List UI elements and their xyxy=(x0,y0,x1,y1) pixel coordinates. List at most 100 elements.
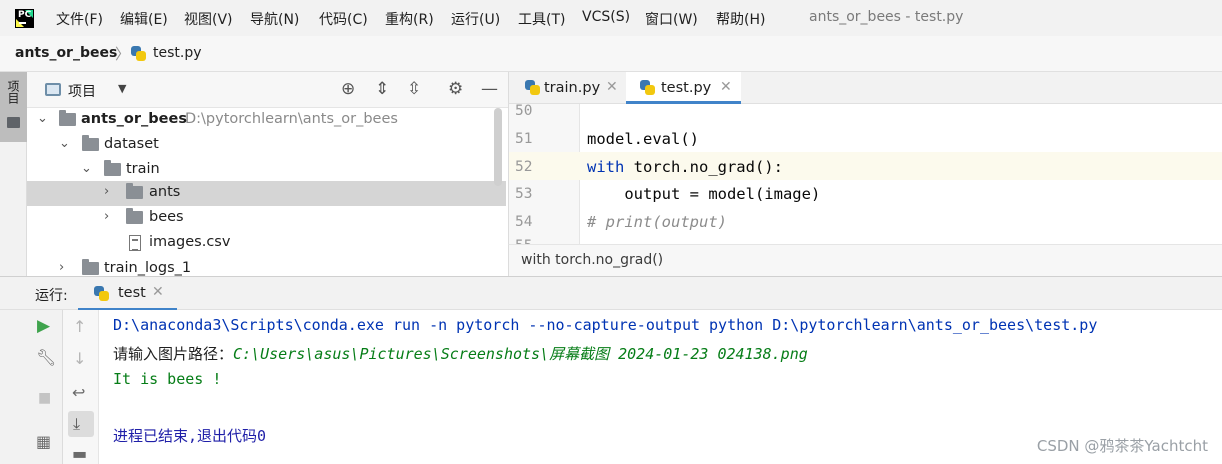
python-file-icon xyxy=(131,46,146,61)
tree-path: D:\pytorchlearn\ants_or_bees xyxy=(185,111,398,127)
stop-icon[interactable]: ■ xyxy=(38,390,51,406)
code-breadcrumb[interactable]: with torch.no_grad() xyxy=(521,252,663,268)
code-text: torch.no_grad(): xyxy=(624,158,783,176)
tree-row[interactable]: ⌄ dataset xyxy=(27,133,497,158)
folder-icon xyxy=(59,110,76,126)
project-tree: ⌄ ants_or_bees D:\pytorchlearn\ants_or_b… xyxy=(27,108,508,276)
tab-label: test.py xyxy=(661,80,712,96)
gear-icon[interactable]: ⚙ xyxy=(448,79,463,99)
python-file-icon xyxy=(640,80,655,95)
editor-tab-bar: train.py ✕ test.py ✕ xyxy=(508,72,1222,104)
arrow-down-icon[interactable]: ↓ xyxy=(73,349,86,368)
minimize-icon[interactable]: — xyxy=(481,79,498,99)
chevron-down-icon[interactable]: ⌄ xyxy=(81,161,92,176)
chevron-down-icon[interactable]: ⌄ xyxy=(59,136,70,151)
arrow-up-icon[interactable]: ↑ xyxy=(73,317,86,336)
project-tool-tab[interactable]: 项目 xyxy=(0,72,27,142)
menu-vcs[interactable]: VCS(S) xyxy=(582,9,630,25)
menu-edit[interactable]: 编辑(E) xyxy=(120,9,168,29)
chevron-right-icon[interactable]: › xyxy=(59,260,64,275)
tab-test-py[interactable]: test.py ✕ xyxy=(626,72,741,104)
console-toolbar: ↑ ↓ ↩ ⤓ ▬ xyxy=(63,310,99,464)
menu-code[interactable]: 代码(C) xyxy=(319,9,368,29)
console-command-line: D:\anaconda3\Scripts\conda.exe run -n py… xyxy=(113,316,1098,334)
tree-label: ants xyxy=(149,184,181,200)
line-number: 51 xyxy=(515,131,533,147)
expand-all-icon[interactable]: ⇕ xyxy=(375,79,389,99)
console-user-input: C:\Users\asus\Pictures\Screenshots\屏幕截图 … xyxy=(233,345,808,363)
code-line-53: output = model(image) xyxy=(587,185,821,203)
console-output[interactable]: D:\anaconda3\Scripts\conda.exe run -n py… xyxy=(99,310,1222,464)
console-output-line: It is bees ! xyxy=(113,370,222,388)
collapse-all-icon[interactable]: ⇳ xyxy=(407,79,421,99)
print-icon[interactable]: ▬ xyxy=(72,444,87,463)
project-panel-title[interactable]: 项目 xyxy=(68,81,96,101)
folder-icon xyxy=(7,117,20,128)
run-panel-label: 运行: xyxy=(35,288,68,304)
watermark: CSDN @鸦茶茶Yachtcht xyxy=(1036,437,1208,455)
soft-wrap-icon[interactable]: ↩ xyxy=(72,383,85,402)
close-icon[interactable]: ✕ xyxy=(152,284,164,300)
close-icon[interactable]: ✕ xyxy=(606,79,618,95)
run-panel-header: 运行: test ✕ xyxy=(0,276,1222,311)
chevron-down-icon[interactable]: ⌄ xyxy=(37,111,48,126)
run-tab-label: test xyxy=(118,285,146,301)
rerun-icon[interactable]: ▶ xyxy=(37,316,50,336)
editor-gutter: 50 51 52 53 54 55 xyxy=(508,103,580,254)
scroll-to-end-button[interactable] xyxy=(68,411,94,437)
menu-navigate[interactable]: 导航(N) xyxy=(250,9,299,29)
tree-label: train xyxy=(126,161,160,177)
project-panel-header: 项目 ▼ ⊕ ⇕ ⇳ ⚙ — xyxy=(27,72,508,108)
menu-tools[interactable]: 工具(T) xyxy=(518,9,565,29)
menu-run[interactable]: 运行(U) xyxy=(451,9,500,29)
code-editor[interactable]: model.eval() with torch.no_grad(): outpu… xyxy=(580,104,1222,244)
layout-icon[interactable]: ▦ xyxy=(36,432,51,451)
breadcrumb-project[interactable]: ants_or_bees xyxy=(15,45,117,61)
line-number: 50 xyxy=(515,103,533,119)
menu-refactor[interactable]: 重构(R) xyxy=(385,9,434,29)
menu-bar: PC 文件(F) 编辑(E) 视图(V) 导航(N) 代码(C) 重构(R) 运… xyxy=(0,0,1222,36)
line-number: 54 xyxy=(515,214,533,230)
navigation-bar: ants_or_bees 〉 test.py xyxy=(0,36,1222,72)
run-toolbar: ▶ 🔧︎ ■ ▦ xyxy=(27,310,63,464)
pycharm-logo-icon: PC xyxy=(15,9,34,28)
tree-row[interactable]: › ants xyxy=(27,181,506,206)
project-view-icon xyxy=(45,83,61,96)
line-number: 53 xyxy=(515,186,533,202)
code-line-54: # print(output) xyxy=(587,213,727,231)
chevron-down-icon[interactable]: ▼ xyxy=(118,82,126,95)
tree-row[interactable]: ⌄ train xyxy=(27,158,497,183)
tree-label: images.csv xyxy=(149,234,231,250)
keyword-with: with xyxy=(587,158,625,176)
python-icon xyxy=(94,286,109,301)
menu-file[interactable]: 文件(F) xyxy=(56,9,103,29)
chevron-right-icon: 〉 xyxy=(115,45,131,63)
breadcrumb-file[interactable]: test.py xyxy=(153,45,202,61)
run-tab-test[interactable]: test ✕ xyxy=(78,277,177,311)
tree-row[interactable]: › bees xyxy=(27,206,497,231)
project-tool-tab-label: 项目 xyxy=(6,80,20,104)
console-prompt: 请输入图片路径： xyxy=(113,345,234,363)
folder-icon xyxy=(126,208,143,224)
menu-view[interactable]: 视图(V) xyxy=(184,9,233,29)
folder-icon xyxy=(104,160,121,176)
csv-file-icon xyxy=(129,235,141,251)
crosshair-icon[interactable]: ⊕ xyxy=(341,79,355,99)
menu-help[interactable]: 帮助(H) xyxy=(716,9,765,29)
tree-label: ants_or_bees xyxy=(81,111,187,127)
tab-train-py[interactable]: train.py ✕ xyxy=(509,72,626,104)
menu-window[interactable]: 窗口(W) xyxy=(645,9,698,29)
tree-scrollbar[interactable] xyxy=(494,108,502,186)
tree-row[interactable]: ⌄ ants_or_bees D:\pytorchlearn\ants_or_b… xyxy=(27,108,497,133)
tab-label: train.py xyxy=(544,80,601,96)
line-number: 52 xyxy=(515,159,533,175)
scroll-to-end-icon[interactable]: ⤓ xyxy=(73,414,80,434)
tree-row[interactable]: images.csv xyxy=(27,231,497,256)
code-line-52: with torch.no_grad(): xyxy=(587,158,783,176)
chevron-right-icon[interactable]: › xyxy=(104,209,109,224)
tree-label: train_logs_1 xyxy=(104,260,192,276)
chevron-right-icon[interactable]: › xyxy=(104,184,109,199)
tree-row[interactable]: › train_logs_1 xyxy=(27,257,497,276)
close-icon[interactable]: ✕ xyxy=(720,79,732,95)
wrench-icon[interactable]: 🔧︎ xyxy=(36,348,56,367)
